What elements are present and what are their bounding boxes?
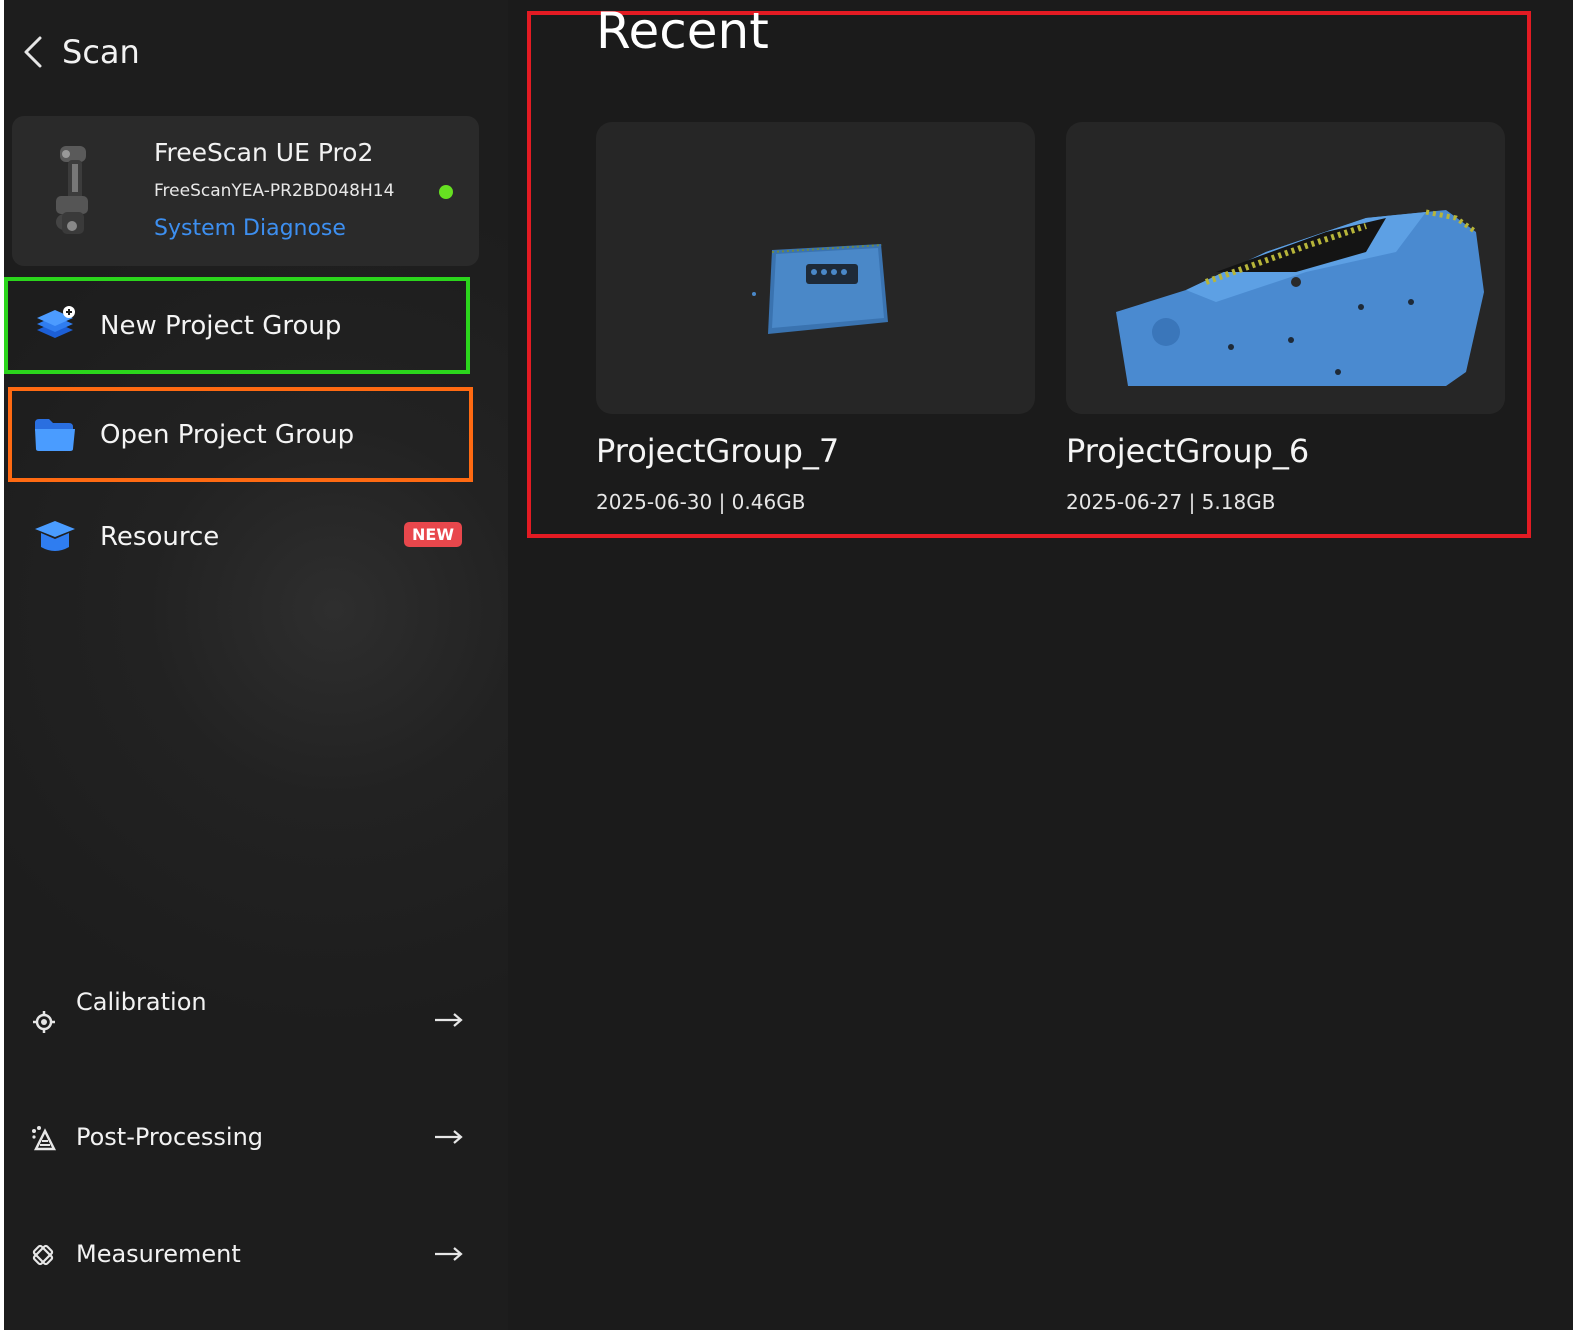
measurement-arrow-icon — [434, 1246, 464, 1266]
header: Scan — [20, 24, 140, 80]
project-thumbnail — [1066, 122, 1505, 414]
graduation-cap-icon — [32, 514, 78, 560]
recent-title: Recent — [596, 2, 769, 60]
resource-button[interactable]: Resource NEW — [4, 490, 470, 584]
scan-preview-plate-icon — [752, 244, 888, 334]
new-project-layers-icon — [32, 303, 78, 349]
recent-project-card[interactable]: ProjectGroup_7 2025-06-30 | 0.46GB — [596, 122, 1035, 522]
post-processing-arrow-icon — [434, 1129, 464, 1149]
device-serial: FreeScanYEA-PR2BD048H14 — [154, 181, 395, 201]
new-project-group-button[interactable]: New Project Group — [4, 277, 470, 374]
project-name: ProjectGroup_7 — [596, 432, 840, 470]
system-diagnose-link[interactable]: System Diagnose — [154, 216, 346, 241]
measurement-ruler-icon — [30, 1242, 56, 1272]
resource-label: Resource — [100, 522, 220, 552]
new-badge: NEW — [404, 522, 462, 547]
folder-icon — [32, 412, 78, 458]
back-arrow-icon[interactable] — [20, 34, 46, 70]
project-meta: 2025-06-30 | 0.46GB — [596, 490, 806, 514]
post-processing-label: Post-Processing — [76, 1123, 264, 1151]
open-project-group-button[interactable]: Open Project Group — [8, 387, 473, 482]
scanner-device-icon — [46, 142, 106, 242]
device-name: FreeScan UE Pro2 — [154, 138, 374, 167]
calibration-target-icon — [32, 1010, 56, 1038]
page-title: Scan — [62, 33, 140, 71]
open-project-group-label: Open Project Group — [100, 419, 355, 450]
sidebar: Scan FreeScan UE Pro2 FreeScanYEA-PR2BD0… — [4, 0, 508, 1330]
calibration-button[interactable]: Calibration — [28, 988, 468, 1050]
measurement-label: Measurement — [76, 1240, 241, 1268]
measurement-button[interactable]: Measurement — [28, 1224, 468, 1284]
new-project-group-label: New Project Group — [100, 310, 342, 341]
recent-project-card[interactable]: ProjectGroup_6 2025-06-27 | 5.18GB — [1066, 122, 1505, 522]
scan-preview-cylinder-icon — [1066, 209, 1505, 414]
connection-status-dot — [439, 185, 453, 199]
post-processing-button[interactable]: Post-Processing — [28, 1107, 468, 1167]
device-card: FreeScan UE Pro2 FreeScanYEA-PR2BD048H14… — [12, 116, 479, 266]
calibration-label: Calibration — [76, 988, 207, 1016]
project-name: ProjectGroup_6 — [1066, 432, 1310, 470]
app-window: Scan FreeScan UE Pro2 FreeScanYEA-PR2BD0… — [0, 0, 1573, 1330]
project-thumbnail — [596, 122, 1035, 414]
calibration-arrow-icon — [434, 1012, 464, 1032]
post-processing-icon — [30, 1125, 58, 1155]
project-meta: 2025-06-27 | 5.18GB — [1066, 490, 1276, 514]
